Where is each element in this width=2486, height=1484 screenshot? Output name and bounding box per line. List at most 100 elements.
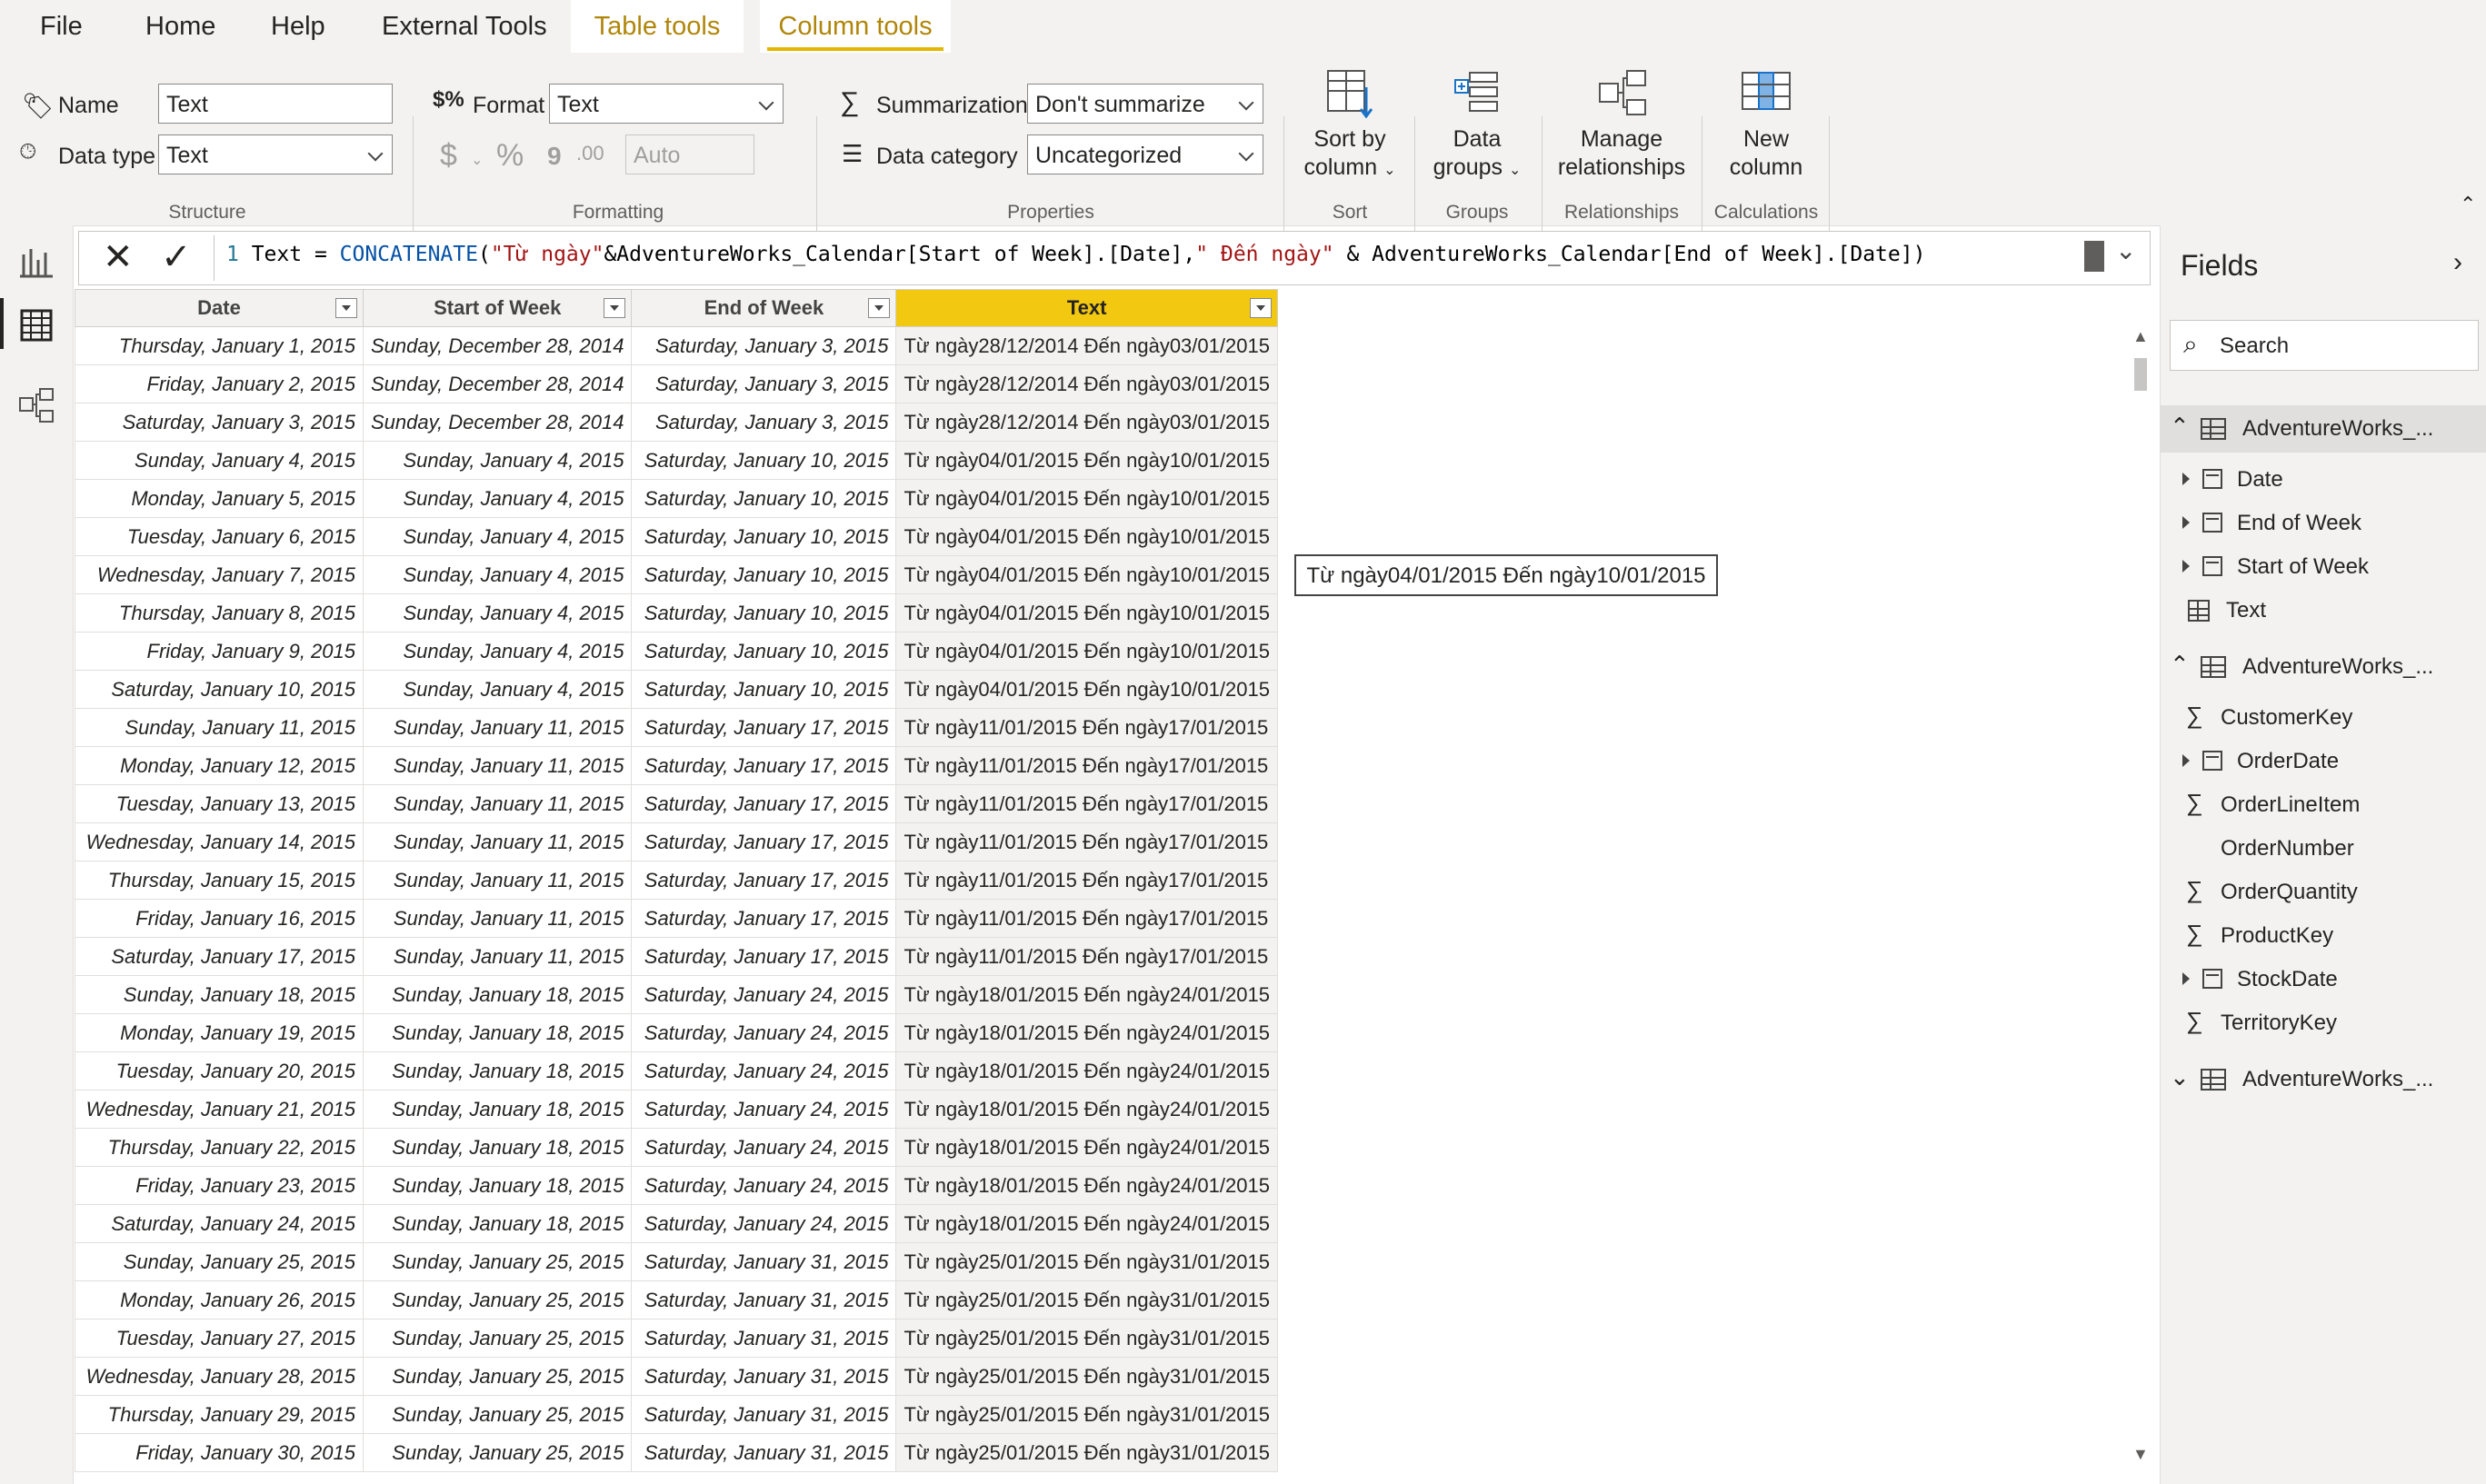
- expand-arrow-icon[interactable]: [2182, 516, 2190, 529]
- menu-column-tools[interactable]: Column tools: [760, 0, 951, 53]
- table-cell[interactable]: Từ ngày25/01/2015 Đến ngày31/01/2015: [895, 1280, 1278, 1320]
- table-cell[interactable]: Từ ngày11/01/2015 Đến ngày17/01/2015: [895, 708, 1278, 747]
- table-cell[interactable]: Saturday, January 24, 2015: [631, 1128, 897, 1167]
- menu-file[interactable]: File: [40, 0, 95, 53]
- field-item[interactable]: ∑ CustomerKey: [2161, 700, 2486, 740]
- table-cell[interactable]: Từ ngày18/01/2015 Đến ngày24/01/2015: [895, 975, 1278, 1014]
- chevron-up-icon[interactable]: ⌃: [2170, 651, 2190, 679]
- table-cell[interactable]: Sunday, January 4, 2015: [362, 632, 633, 671]
- table-cell[interactable]: Từ ngày04/01/2015 Đến ngày10/01/2015: [895, 593, 1278, 632]
- field-item[interactable]: Start of Week: [2161, 549, 2486, 589]
- collapse-pane-icon[interactable]: ›: [2453, 247, 2462, 278]
- table-cell[interactable]: Saturday, January 24, 2015: [75, 1204, 364, 1243]
- field-item[interactable]: ∑ OrderQuantity: [2161, 874, 2486, 914]
- table-node[interactable]: ⌄ AdventureWorks_...: [2161, 1056, 2486, 1103]
- table-cell[interactable]: Từ ngày04/01/2015 Đến ngày10/01/2015: [895, 479, 1278, 518]
- table-cell[interactable]: Saturday, January 17, 2015: [631, 784, 897, 823]
- expand-arrow-icon[interactable]: [2182, 754, 2190, 767]
- table-cell[interactable]: Saturday, January 3, 2015: [631, 403, 897, 442]
- menu-help[interactable]: Help: [271, 0, 325, 53]
- field-item[interactable]: ∑ OrderLineItem: [2161, 787, 2486, 827]
- formula-text[interactable]: 1 Text = CONCATENATE("Từ ngày"&Adventure…: [226, 243, 1925, 266]
- table-cell[interactable]: Sunday, January 18, 2015: [362, 975, 633, 1014]
- table-cell[interactable]: Saturday, January 31, 2015: [631, 1433, 897, 1472]
- table-cell[interactable]: Từ ngày18/01/2015 Đến ngày24/01/2015: [895, 1090, 1278, 1129]
- data-view-icon[interactable]: [16, 305, 56, 345]
- table-cell[interactable]: Saturday, January 31, 2015: [631, 1357, 897, 1396]
- table-cell[interactable]: Từ ngày11/01/2015 Đến ngày17/01/2015: [895, 784, 1278, 823]
- table-cell[interactable]: Thursday, January 8, 2015: [75, 593, 364, 632]
- scroll-down-icon[interactable]: ▼: [2132, 1445, 2149, 1464]
- table-cell[interactable]: Saturday, January 3, 2015: [75, 403, 364, 442]
- table-cell[interactable]: Sunday, January 11, 2015: [362, 899, 633, 938]
- table-cell[interactable]: Saturday, January 17, 2015: [631, 746, 897, 785]
- table-cell[interactable]: Từ ngày18/01/2015 Đến ngày24/01/2015: [895, 1051, 1278, 1091]
- expand-formula-icon[interactable]: ⌄: [2115, 235, 2136, 265]
- table-cell[interactable]: Saturday, January 17, 2015: [631, 861, 897, 900]
- table-cell[interactable]: Sunday, January 25, 2015: [362, 1395, 633, 1434]
- table-cell[interactable]: Thursday, January 29, 2015: [75, 1395, 364, 1434]
- table-cell[interactable]: Saturday, January 17, 2015: [631, 899, 897, 938]
- table-cell[interactable]: Sunday, January 25, 2015: [362, 1280, 633, 1320]
- chevron-down-icon[interactable]: ⌄: [2170, 1063, 2190, 1091]
- percent-button[interactable]: %: [496, 138, 524, 174]
- table-node[interactable]: ⌃ AdventureWorks_...: [2161, 405, 2486, 453]
- table-cell[interactable]: Saturday, January 10, 2015: [75, 670, 364, 709]
- table-cell[interactable]: Saturday, January 3, 2015: [631, 326, 897, 365]
- table-cell[interactable]: Sunday, January 4, 2015: [362, 593, 633, 632]
- menu-external-tools[interactable]: External Tools: [382, 0, 547, 53]
- filter-dropdown-icon[interactable]: [335, 298, 357, 318]
- table-cell[interactable]: Saturday, January 17, 2015: [75, 937, 364, 976]
- table-cell[interactable]: Saturday, January 10, 2015: [631, 670, 897, 709]
- data-groups-button[interactable]: Data groups ⌄: [1420, 67, 1534, 184]
- table-cell[interactable]: Tuesday, January 27, 2015: [75, 1319, 364, 1358]
- table-cell[interactable]: Saturday, January 10, 2015: [631, 593, 897, 632]
- commit-formula-icon[interactable]: ✓: [161, 237, 192, 277]
- table-cell[interactable]: Sunday, January 25, 2015: [362, 1433, 633, 1472]
- sort-by-column-button[interactable]: Sort by column ⌄: [1291, 67, 1409, 184]
- table-cell[interactable]: Sunday, January 4, 2015: [362, 670, 633, 709]
- field-item[interactable]: End of Week: [2161, 505, 2486, 545]
- table-cell[interactable]: Sunday, January 4, 2015: [362, 555, 633, 594]
- field-item[interactable]: ∑ ProductKey: [2161, 918, 2486, 958]
- table-cell[interactable]: Sunday, January 11, 2015: [362, 937, 633, 976]
- table-cell[interactable]: Monday, January 26, 2015: [75, 1280, 364, 1320]
- table-cell[interactable]: Tuesday, January 13, 2015: [75, 784, 364, 823]
- table-node[interactable]: ⌃ AdventureWorks_...: [2161, 643, 2486, 691]
- field-item[interactable]: Text: [2161, 593, 2486, 632]
- filter-dropdown-icon[interactable]: [868, 298, 891, 318]
- summarization-dropdown[interactable]: Don't summarize: [1027, 84, 1263, 124]
- table-cell[interactable]: Sunday, December 28, 2014: [362, 364, 633, 403]
- currency-chevron-icon[interactable]: ⌄: [471, 151, 483, 169]
- table-cell[interactable]: Saturday, January 17, 2015: [631, 937, 897, 976]
- scroll-thumb[interactable]: [2134, 358, 2147, 391]
- table-cell[interactable]: Monday, January 19, 2015: [75, 1013, 364, 1052]
- table-cell[interactable]: Friday, January 2, 2015: [75, 364, 364, 403]
- table-cell[interactable]: Từ ngày18/01/2015 Đến ngày24/01/2015: [895, 1166, 1278, 1205]
- table-cell[interactable]: Từ ngày25/01/2015 Đến ngày31/01/2015: [895, 1319, 1278, 1358]
- table-cell[interactable]: Từ ngày04/01/2015 Đến ngày10/01/2015: [895, 555, 1278, 594]
- new-column-button[interactable]: New column: [1707, 67, 1825, 182]
- table-cell[interactable]: Sunday, January 18, 2015: [362, 1166, 633, 1205]
- table-cell[interactable]: Thursday, January 1, 2015: [75, 326, 364, 365]
- table-cell[interactable]: Từ ngày18/01/2015 Đến ngày24/01/2015: [895, 1128, 1278, 1167]
- table-cell[interactable]: Sunday, January 18, 2015: [362, 1128, 633, 1167]
- model-view-icon[interactable]: [16, 385, 56, 425]
- table-cell[interactable]: Wednesday, January 7, 2015: [75, 555, 364, 594]
- table-cell[interactable]: Sunday, January 18, 2015: [362, 1013, 633, 1052]
- report-view-icon[interactable]: [16, 242, 56, 282]
- table-cell[interactable]: Saturday, January 31, 2015: [631, 1280, 897, 1320]
- table-cell[interactable]: Từ ngày25/01/2015 Đến ngày31/01/2015: [895, 1395, 1278, 1434]
- table-cell[interactable]: Sunday, January 18, 2015: [362, 1051, 633, 1091]
- chevron-up-icon[interactable]: ⌃: [2170, 413, 2190, 441]
- table-cell[interactable]: Sunday, January 18, 2015: [362, 1204, 633, 1243]
- table-cell[interactable]: Saturday, January 10, 2015: [631, 441, 897, 480]
- field-item[interactable]: StockDate: [2161, 961, 2486, 1001]
- table-cell[interactable]: Từ ngày11/01/2015 Đến ngày17/01/2015: [895, 746, 1278, 785]
- table-cell[interactable]: Friday, January 30, 2015: [75, 1433, 364, 1472]
- table-cell[interactable]: Wednesday, January 14, 2015: [75, 822, 364, 862]
- table-cell[interactable]: Tuesday, January 6, 2015: [75, 517, 364, 556]
- table-cell[interactable]: Saturday, January 31, 2015: [631, 1319, 897, 1358]
- column-header-start-of-week[interactable]: Start of Week: [362, 289, 633, 327]
- table-cell[interactable]: Sunday, January 4, 2015: [362, 517, 633, 556]
